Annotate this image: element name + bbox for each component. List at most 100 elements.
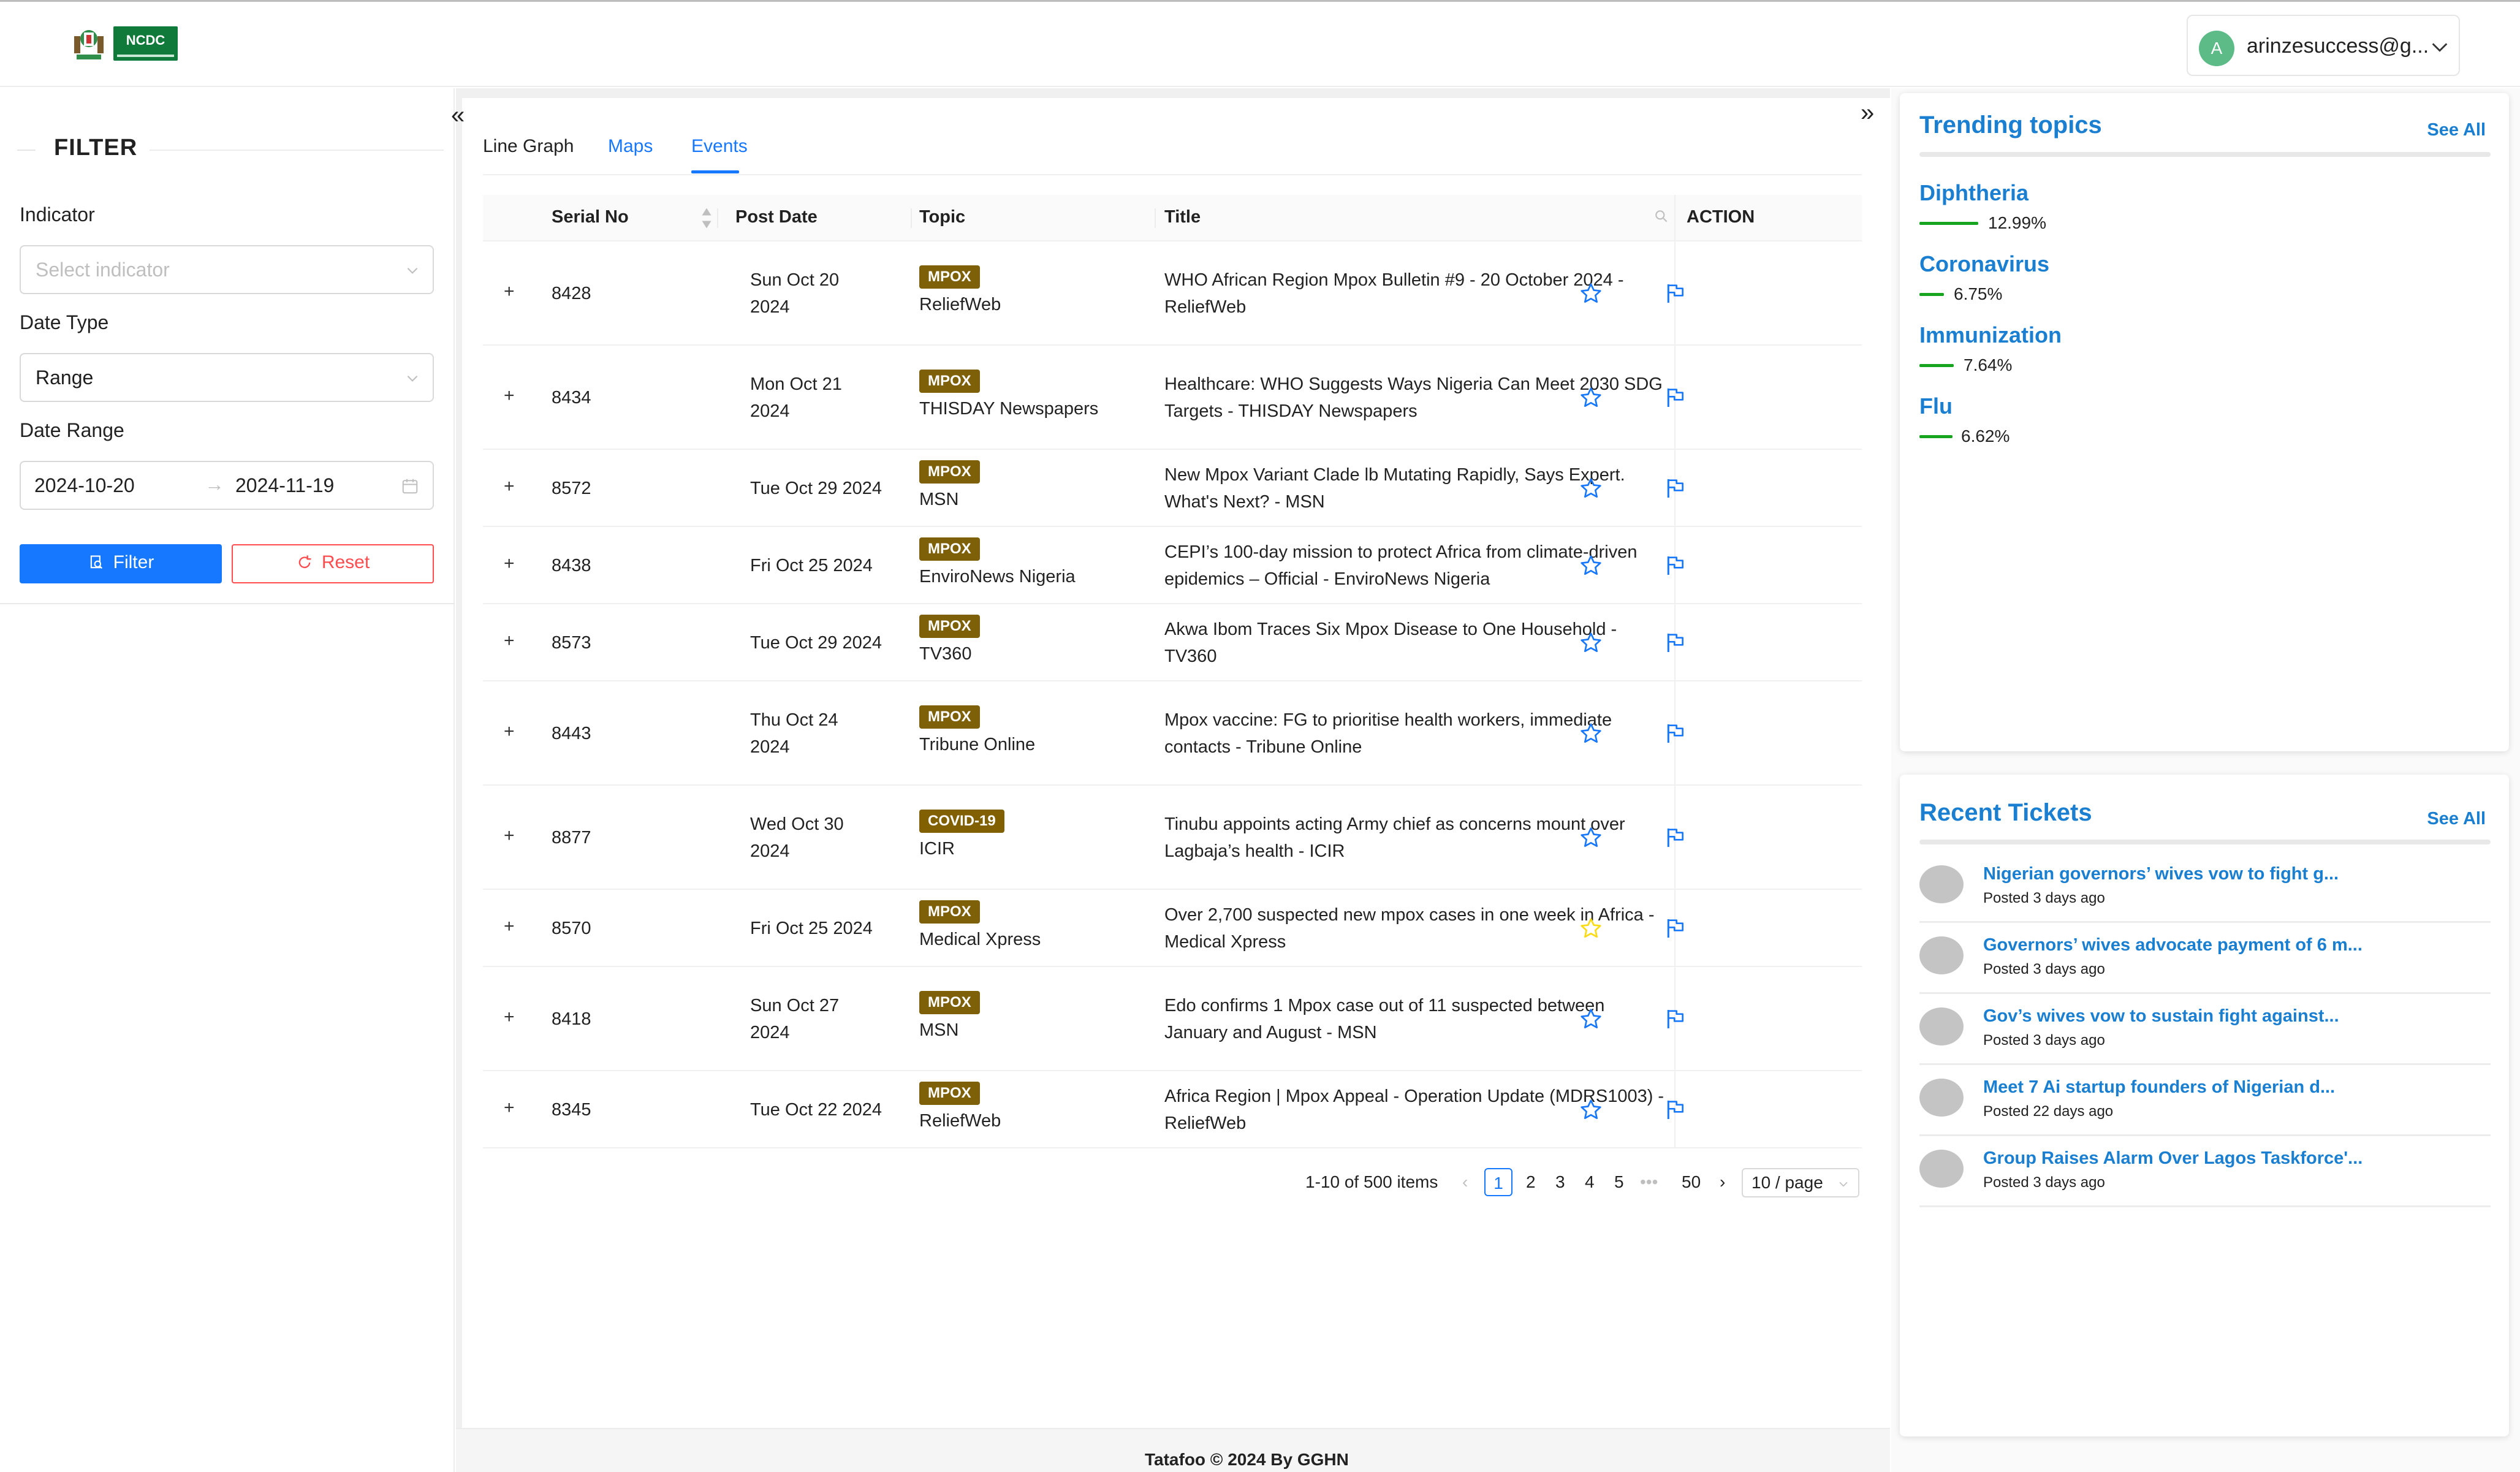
page-5[interactable]: 5 [1614,1168,1624,1196]
expand-row-icon[interactable]: + [504,631,515,651]
topic-flu[interactable]: Flu [1919,393,1953,419]
flag-icon[interactable] [1663,385,1688,410]
star-icon[interactable] [1579,825,1603,850]
topic-cell: MPOX EnviroNews Nigeria [919,537,1076,590]
flag-icon[interactable] [1663,916,1688,941]
col-serial-no[interactable]: Serial No [552,207,629,227]
topic-cell: MPOX TV360 [919,615,980,667]
topic-coronavirus[interactable]: Coronavirus [1919,251,2049,277]
reset-button[interactable]: Reset [232,544,434,583]
star-icon[interactable] [1579,385,1603,410]
title-cell[interactable]: Akwa Ibom Traces Six Mpox Disease to One… [1164,616,1617,670]
title-cell[interactable]: Edo confirms 1 Mpox case out of 11 suspe… [1164,992,1604,1046]
flag-icon[interactable] [1663,1007,1688,1031]
source-name: MSN [919,490,959,509]
date-range-picker[interactable]: 2024-10-20 → 2024-11-19 [20,461,434,510]
prev-page-icon[interactable]: ‹ [1462,1168,1468,1196]
page-50[interactable]: 50 [1682,1168,1701,1196]
table-row[interactable]: +8428 Sun Oct 20 2024 MPOX ReliefWeb WHO Afri… [483,241,1862,346]
flag-icon[interactable] [1663,476,1688,501]
ticket-item[interactable]: Gov’s wives vow to sustain fight against… [1919,994,2491,1065]
table-row[interactable]: +8877 Wed Oct 30 2024 COVID-19 ICIR Tinubu ap… [483,786,1862,890]
collapse-right-icon[interactable]: » [1861,101,1879,125]
ticket-title[interactable]: Governors’ wives advocate payment of 6 m… [1983,935,2362,955]
table-row[interactable]: +8570 Fri Oct 25 2024 MPOX Medical Xpress Ov… [483,890,1862,967]
indicator-select[interactable]: Select indicator [20,245,434,294]
table-row[interactable]: +8345 Tue Oct 22 2024 MPOX ReliefWeb Africa … [483,1071,1862,1148]
page-4[interactable]: 4 [1585,1168,1595,1196]
table-row[interactable]: +8438 Fri Oct 25 2024 MPOX EnviroNews Niger… [483,527,1862,604]
tab-line-graph[interactable]: Line Graph [483,136,574,157]
title-cell[interactable]: CEPI’s 100-day mission to protect Africa… [1164,539,1637,593]
expand-row-icon[interactable]: + [504,1007,515,1028]
trending-see-all-link[interactable]: See All [2427,120,2486,140]
table-row[interactable]: +8573 Tue Oct 29 2024 MPOX TV360 Akwa Ibom T… [483,604,1862,681]
star-icon[interactable] [1579,1007,1603,1031]
ticket-item[interactable]: Nigerian governors’ wives vow to fight g… [1919,852,2491,923]
ticket-title[interactable]: Group Raises Alarm Over Lagos Taskforce'… [1983,1148,2362,1169]
title-line1: Tinubu appoints acting Army chief as con… [1164,814,1625,834]
expand-row-icon[interactable]: + [504,825,515,846]
date-end-input[interactable]: 2024-11-19 [235,474,334,497]
flag-icon[interactable] [1663,1098,1688,1122]
star-icon[interactable] [1579,1098,1603,1122]
ticket-title[interactable]: Meet 7 Ai startup founders of Nigerian d… [1983,1077,2335,1098]
table-row[interactable]: +8572 Tue Oct 29 2024 MPOX MSN New Mpox Vari… [483,450,1862,527]
topic-bar [1919,435,1953,438]
page-ellipsis[interactable]: ••• [1640,1168,1658,1196]
ticket-item[interactable]: Group Raises Alarm Over Lagos Taskforce'… [1919,1136,2491,1207]
expand-row-icon[interactable]: + [504,476,515,497]
expand-row-icon[interactable]: + [504,1098,515,1118]
star-icon[interactable] [1579,721,1603,746]
tickets-see-all-link[interactable]: See All [2427,809,2486,829]
expand-row-icon[interactable]: + [504,721,515,742]
topic-immunization[interactable]: Immunization [1919,322,2062,348]
sort-icon[interactable] [701,206,712,230]
title-cell[interactable]: WHO African Region Mpox Bulletin #9 - 20… [1164,267,1624,321]
filter-button[interactable]: Filter [20,544,222,583]
expand-row-icon[interactable]: + [504,281,515,302]
ticket-item[interactable]: Governors’ wives advocate payment of 6 m… [1919,923,2491,994]
tab-events[interactable]: Events [691,136,748,157]
expand-row-icon[interactable]: + [504,553,515,574]
flag-icon[interactable] [1663,553,1688,578]
next-page-icon[interactable]: › [1720,1168,1725,1196]
date-start-input[interactable]: 2024-10-20 [34,474,135,497]
ticket-title[interactable]: Gov’s wives vow to sustain fight against… [1983,1006,2339,1026]
star-icon[interactable] [1579,916,1603,941]
title-cell[interactable]: Mpox vaccine: FG to prioritise health wo… [1164,707,1612,761]
title-cell[interactable]: New Mpox Variant Clade lb Mutating Rapid… [1164,461,1625,515]
date-type-select[interactable]: Range [20,353,434,402]
star-icon[interactable] [1579,553,1603,578]
flag-icon[interactable] [1663,721,1688,746]
star-icon[interactable] [1579,281,1603,306]
page-size-select[interactable]: 10 / page [1742,1168,1859,1197]
tab-maps[interactable]: Maps [608,136,653,157]
page-2[interactable]: 2 [1526,1168,1536,1196]
table-row[interactable]: +8418 Sun Oct 27 2024 MPOX MSN Edo confirms 1… [483,967,1862,1071]
expand-row-icon[interactable]: + [504,916,515,937]
flag-icon[interactable] [1663,631,1688,655]
user-menu[interactable]: A arinzesuccess@g... [2187,15,2460,76]
star-icon[interactable] [1579,476,1603,501]
avatar: A [2199,31,2234,66]
ticket-item[interactable]: Meet 7 Ai startup founders of Nigerian d… [1919,1065,2491,1136]
table-row[interactable]: +8434 Mon Oct 21 2024 MPOX THISDAY Newspaper… [483,346,1862,450]
reset-button-label: Reset [321,552,370,572]
star-icon[interactable] [1579,631,1603,655]
page-3[interactable]: 3 [1555,1168,1565,1196]
topic-cell: MPOX Medical Xpress [919,900,1041,953]
ticket-title[interactable]: Nigerian governors’ wives vow to fight g… [1983,864,2339,884]
flag-icon[interactable] [1663,825,1688,850]
page-1[interactable]: 1 [1484,1168,1512,1196]
ncdc-logo[interactable]: NCDC [70,24,178,63]
expand-row-icon[interactable]: + [504,385,515,406]
flag-icon[interactable] [1663,281,1688,306]
ticket-avatar [1919,936,1964,974]
title-cell[interactable]: Tinubu appoints acting Army chief as con… [1164,811,1625,865]
table-row[interactable]: +8443 Thu Oct 24 2024 MPOX Tribune Online Mpo… [483,681,1862,786]
topic-diphtheria[interactable]: Diphtheria [1919,180,2029,206]
ticket-meta: Posted 3 days ago [1983,1174,2105,1191]
search-icon[interactable] [1653,208,1669,224]
collapse-left-icon[interactable]: « [451,103,469,127]
